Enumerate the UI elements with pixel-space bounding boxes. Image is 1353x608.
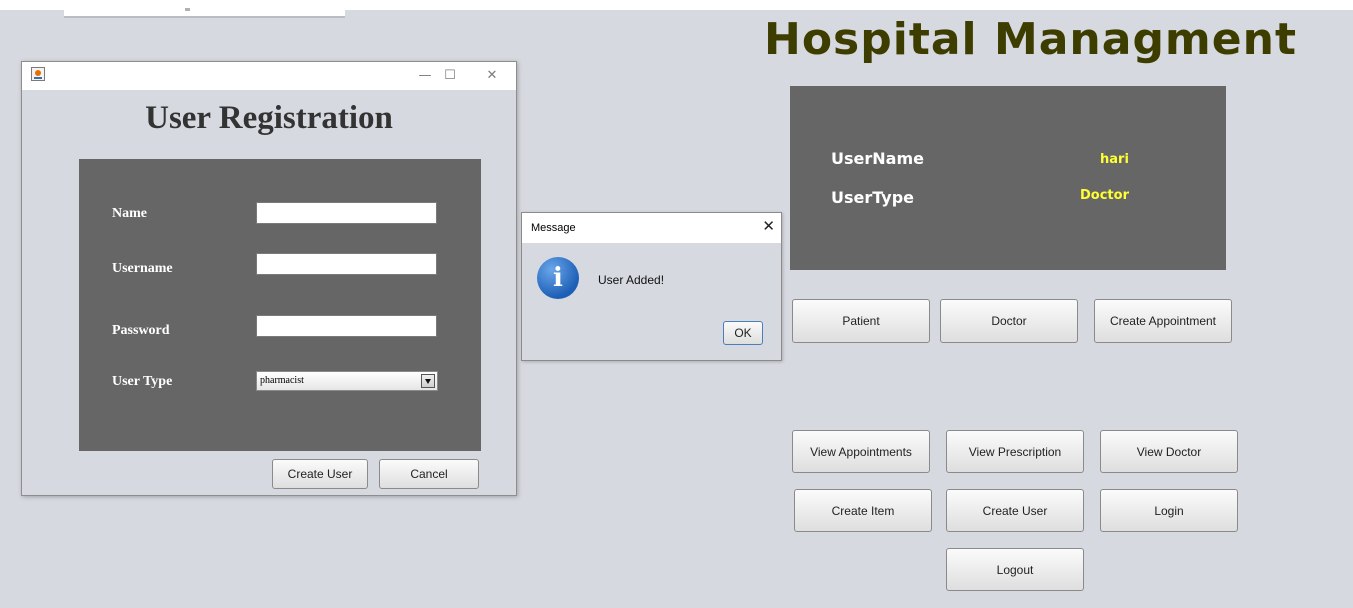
patient-button[interactable]: Patient [792,299,930,343]
registration-heading: User Registration [145,100,393,136]
information-icon: i [537,257,579,299]
user-info-panel: UserName hari UserType Doctor [790,86,1226,270]
close-icon[interactable]: ✕ [477,65,507,85]
java-app-icon [31,67,45,81]
create-user-button[interactable]: Create User [946,489,1084,532]
user-type-selected-value: pharmacist [260,375,304,386]
name-label: Name [112,206,147,221]
view-doctor-button[interactable]: View Doctor [1100,430,1238,473]
close-icon[interactable]: ✕ [762,217,775,235]
cancel-button[interactable]: Cancel [379,459,479,489]
app-title: Hospital Managment [764,14,1297,65]
login-button[interactable]: Login [1100,489,1238,532]
background-window-edge [64,0,345,18]
maximize-icon[interactable]: ☐ [435,65,465,85]
user-registration-window: — ☐ ✕ User Registration Name Username Pa… [21,61,517,496]
registration-form-panel: Name Username Password User Type pharmac… [79,159,481,451]
message-dialog: Message ✕ i User Added! OK [521,212,782,361]
user-type-label: User Type [112,374,173,389]
password-label: Password [112,323,170,338]
message-dialog-titlebar[interactable]: Message ✕ [522,213,781,243]
username-label: Username [112,261,173,276]
doctor-button[interactable]: Doctor [940,299,1078,343]
message-dialog-title: Message [531,222,576,234]
chevron-down-icon[interactable] [421,374,435,388]
user-type-select[interactable]: pharmacist [256,371,438,391]
username-value: hari [1100,152,1129,167]
create-appointment-button[interactable]: Create Appointment [1094,299,1232,343]
name-field[interactable] [256,202,437,224]
view-prescription-button[interactable]: View Prescription [946,430,1084,473]
username-field[interactable] [256,253,437,275]
usertype-label: UserType [831,188,915,207]
username-label: UserName [831,149,924,168]
create-user-submit-button[interactable]: Create User [272,459,368,489]
message-text: User Added! [598,273,665,287]
logout-button[interactable]: Logout [946,548,1084,591]
registration-titlebar[interactable]: — ☐ ✕ [22,62,516,90]
usertype-value: Doctor [1080,188,1129,203]
password-field[interactable] [256,315,437,337]
create-item-button[interactable]: Create Item [794,489,932,532]
view-appointments-button[interactable]: View Appointments [792,430,930,473]
ok-button[interactable]: OK [723,321,763,345]
